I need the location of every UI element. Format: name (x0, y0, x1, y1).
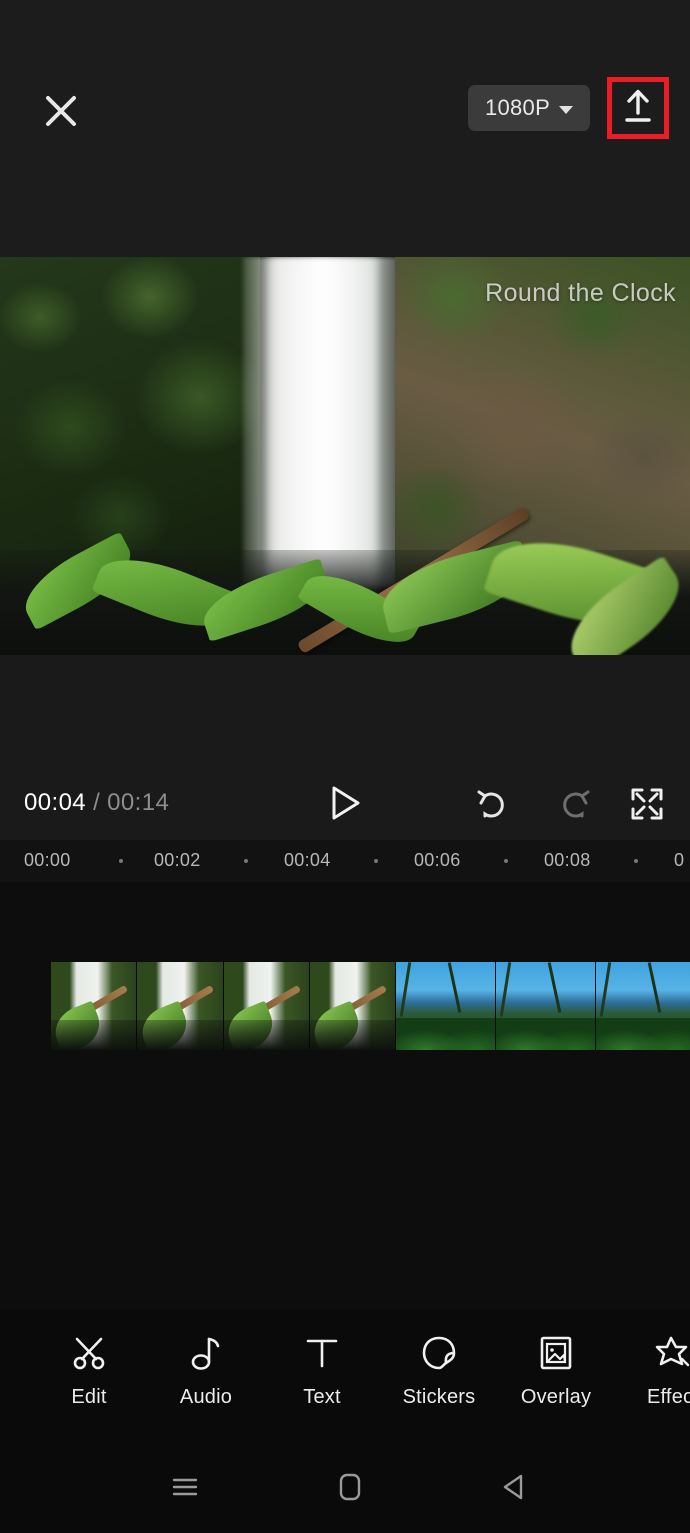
ruler-tick-dot (634, 859, 638, 863)
tool-label: Text (303, 1386, 341, 1408)
timeline-ruler[interactable]: 00:00 00:02 00:04 00:06 00:08 0 (0, 840, 690, 882)
fullscreen-button[interactable] (625, 785, 669, 827)
tool-edit[interactable]: Edit (33, 1332, 145, 1424)
tool-text[interactable]: Text (266, 1332, 378, 1424)
redo-button[interactable] (549, 783, 595, 827)
undo-button[interactable] (472, 783, 518, 827)
fullscreen-icon (629, 786, 665, 827)
capcut-editor-screen: 1080P Round the Clock 00:04 / 00:14 00:0… (0, 0, 690, 1533)
player-controls-row: 00:04 / 00:14 (0, 775, 690, 831)
time-display: 00:04 / 00:14 (24, 775, 169, 831)
tool-label: Stickers (402, 1386, 476, 1408)
timeline-area[interactable]: 00:00 00:02 00:04 00:06 00:08 0 (0, 840, 690, 1310)
tool-label: Overlay (520, 1386, 592, 1408)
play-button[interactable] (322, 785, 368, 825)
tool-overlay[interactable]: Overlay (500, 1332, 612, 1424)
timeline-clip[interactable] (396, 962, 690, 1050)
player-controls-area: 00:04 / 00:14 (0, 655, 690, 840)
ruler-tick-label: 00:00 (24, 850, 71, 870)
ruler-tick-label: 0 (674, 850, 685, 870)
timeline-clip[interactable] (51, 962, 396, 1050)
ruler-tick-label: 00:08 (544, 850, 591, 870)
top-bar: 1080P (0, 0, 690, 257)
android-nav-bar (0, 1443, 690, 1533)
tool-effect[interactable]: Effect (617, 1332, 690, 1424)
resolution-dropdown[interactable]: 1080P (468, 85, 590, 131)
tool-label: Edit (71, 1386, 107, 1408)
tool-label: Audio (179, 1386, 233, 1408)
ruler-tick-dot (504, 859, 508, 863)
ruler-tick-dot (374, 859, 378, 863)
export-button-highlight (607, 77, 669, 139)
scissors-icon (69, 1332, 109, 1374)
ruler-tick-label: 00:06 (414, 850, 461, 870)
export-upload-icon (619, 86, 657, 131)
total-time: 00:14 (107, 789, 170, 816)
tool-stickers[interactable]: Stickers (383, 1332, 495, 1424)
export-button[interactable] (612, 82, 664, 134)
home-icon (336, 1471, 364, 1508)
close-button[interactable] (36, 86, 86, 136)
play-icon (328, 784, 362, 827)
music-note-icon (186, 1332, 226, 1374)
recent-apps-button[interactable] (150, 1465, 220, 1513)
ruler-tick-dot (119, 859, 123, 863)
image-frame-icon (536, 1332, 576, 1374)
back-button[interactable] (480, 1465, 550, 1513)
resolution-label: 1080P (484, 95, 551, 120)
bottom-toolbar: Edit Audio Text Stickers Overlay Effec (0, 1310, 690, 1443)
chevron-down-icon (559, 105, 574, 114)
recent-apps-icon (169, 1473, 201, 1506)
ruler-tick-label: 00:04 (284, 850, 331, 870)
ruler-tick-dot (244, 859, 248, 863)
tool-audio[interactable]: Audio (150, 1332, 262, 1424)
video-preview[interactable]: Round the Clock (0, 257, 690, 655)
ruler-tick-label: 00:02 (154, 850, 201, 870)
current-time: 00:04 (24, 789, 87, 816)
text-t-icon (302, 1332, 342, 1374)
sticker-icon (419, 1332, 459, 1374)
undo-icon (475, 783, 515, 828)
close-icon (39, 89, 83, 133)
back-icon (499, 1472, 531, 1507)
tool-label: Effect (647, 1386, 690, 1408)
video-frame-content (0, 257, 690, 655)
home-button[interactable] (315, 1465, 385, 1513)
redo-icon (552, 783, 592, 828)
sparkle-star-icon (653, 1332, 690, 1374)
time-separator: / (93, 789, 101, 816)
video-track[interactable] (51, 962, 690, 1050)
